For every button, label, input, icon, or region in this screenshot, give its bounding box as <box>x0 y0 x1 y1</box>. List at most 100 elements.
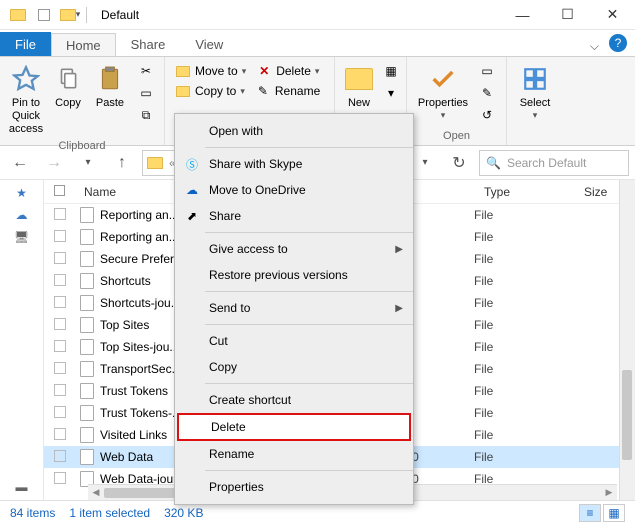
copy-to-button[interactable]: Copy to▾ <box>171 81 249 101</box>
ctx-give-access[interactable]: Give access to▶ <box>175 236 413 262</box>
onedrive-sidebar-icon[interactable]: ☁ <box>16 208 28 222</box>
link-icon: ⧉ <box>138 107 154 123</box>
ctx-skype[interactable]: ⓈShare with Skype <box>175 151 413 177</box>
file-type: File <box>474 252 574 266</box>
help-button[interactable]: ? <box>609 34 627 52</box>
row-checkbox[interactable] <box>54 340 66 352</box>
rename-button[interactable]: ✎Rename <box>251 81 324 101</box>
copy-button[interactable]: Copy <box>48 61 88 112</box>
file-icon <box>80 361 94 377</box>
close-button[interactable]: ✕ <box>590 0 635 30</box>
sidebar[interactable]: ★ ☁ 🖥 ▬ <box>0 180 44 500</box>
file-icon <box>80 317 94 333</box>
ctx-open-with[interactable]: Open with <box>175 118 413 144</box>
back-button[interactable]: ← <box>6 150 34 176</box>
row-checkbox[interactable] <box>54 318 66 330</box>
tab-home[interactable]: Home <box>51 33 116 57</box>
ctx-rename[interactable]: Rename <box>175 441 413 467</box>
row-checkbox[interactable] <box>54 362 66 374</box>
row-checkbox[interactable] <box>54 252 66 264</box>
file-icon <box>80 229 94 245</box>
row-checkbox[interactable] <box>54 472 66 484</box>
history-small-button[interactable]: ↺ <box>475 105 499 125</box>
file-name: Visited Links <box>100 428 167 442</box>
row-checkbox[interactable] <box>54 208 66 220</box>
edit-small-button[interactable]: ✎ <box>475 83 499 103</box>
ctx-copy[interactable]: Copy <box>175 354 413 380</box>
path-folder-icon <box>147 157 163 169</box>
open-small-button[interactable]: ▭ <box>475 61 499 81</box>
row-checkbox[interactable] <box>54 274 66 286</box>
vertical-scrollbar[interactable] <box>619 180 635 500</box>
easy-access-small[interactable]: ▾ <box>379 83 403 103</box>
minimize-button[interactable]: — <box>500 0 545 30</box>
refresh-dropdown[interactable]: ▾ <box>411 150 439 176</box>
row-checkbox[interactable] <box>54 406 66 418</box>
tab-file[interactable]: File <box>0 32 51 56</box>
quick-access-toggle[interactable] <box>32 4 56 26</box>
quick-star-icon[interactable]: ★ <box>16 186 27 200</box>
ctx-create-shortcut[interactable]: Create shortcut <box>175 387 413 413</box>
file-icon <box>80 207 94 223</box>
ctx-delete[interactable]: Delete <box>177 413 411 441</box>
up-button[interactable]: ↑ <box>108 150 136 176</box>
properties-button[interactable]: Properties ▾ <box>413 61 473 123</box>
file-icon <box>80 251 94 267</box>
file-icon <box>80 339 94 355</box>
select-icon <box>519 63 551 95</box>
file-type: File <box>474 274 574 288</box>
ctx-properties[interactable]: Properties <box>175 474 413 500</box>
row-checkbox[interactable] <box>54 450 66 462</box>
move-to-button[interactable]: Move to▾ <box>171 61 250 81</box>
file-type: File <box>474 230 574 244</box>
new-button[interactable]: New <box>341 61 377 112</box>
quick-access-dropdown[interactable]: ▾ <box>58 4 82 26</box>
refresh-button[interactable]: ↻ <box>445 150 473 176</box>
cut-small-button[interactable]: ✂ <box>134 61 158 81</box>
row-checkbox[interactable] <box>54 384 66 396</box>
icons-view-button[interactable]: ▦ <box>603 504 625 522</box>
row-checkbox[interactable] <box>54 230 66 242</box>
search-input[interactable]: 🔍 Search Default <box>479 150 629 176</box>
new-folder-icon <box>343 63 375 95</box>
ctx-restore[interactable]: Restore previous versions <box>175 262 413 288</box>
new-item-small[interactable]: ▦ <box>379 61 403 81</box>
file-name: Top Sites <box>100 318 149 332</box>
file-icon <box>80 273 94 289</box>
row-checkbox[interactable] <box>54 296 66 308</box>
drive-sidebar-icon[interactable]: ▬ <box>16 480 28 494</box>
tab-view[interactable]: View <box>180 32 238 56</box>
ctx-share[interactable]: ⬈Share <box>175 203 413 229</box>
col-type[interactable]: Type <box>474 185 574 199</box>
ribbon-collapse[interactable]: ⌵ <box>584 37 605 56</box>
ctx-cut[interactable]: Cut <box>175 328 413 354</box>
check-icon <box>427 63 459 95</box>
open-icon: ▭ <box>479 63 495 79</box>
ctx-send-to[interactable]: Send to▶ <box>175 295 413 321</box>
forward-button[interactable]: → <box>40 150 68 176</box>
file-type: File <box>474 296 574 310</box>
maximize-button[interactable]: ☐ <box>545 0 590 30</box>
file-name: Reporting an... <box>100 230 179 244</box>
pin-quick-button[interactable]: Pin to Quick access <box>6 61 46 139</box>
file-type: File <box>474 450 574 464</box>
folder-icon[interactable] <box>6 4 30 26</box>
item-icon: ▦ <box>383 63 399 79</box>
tab-share[interactable]: Share <box>116 32 181 56</box>
file-name: TransportSec... <box>100 362 182 376</box>
path-icon: ▭ <box>138 85 154 101</box>
separator <box>86 7 87 23</box>
paste-shortcut-small-button[interactable]: ⧉ <box>134 105 158 125</box>
ctx-onedrive[interactable]: ☁Move to OneDrive <box>175 177 413 203</box>
ribbon-tabs: File Home Share View ⌵ ? <box>0 30 635 56</box>
recent-dropdown[interactable]: ▾ <box>74 150 102 176</box>
thispc-sidebar-icon[interactable]: 🖥 <box>14 230 29 244</box>
select-button[interactable]: Select ▾ <box>513 61 557 123</box>
paste-button[interactable]: Paste <box>90 61 130 112</box>
details-view-button[interactable]: ≡ <box>579 504 601 522</box>
row-checkbox[interactable] <box>54 428 66 440</box>
access-icon: ▾ <box>383 85 399 101</box>
copy-path-small-button[interactable]: ▭ <box>134 83 158 103</box>
select-all-checkbox[interactable] <box>54 185 65 196</box>
ribbon-delete-button[interactable]: ✕Delete▾ <box>252 61 323 81</box>
